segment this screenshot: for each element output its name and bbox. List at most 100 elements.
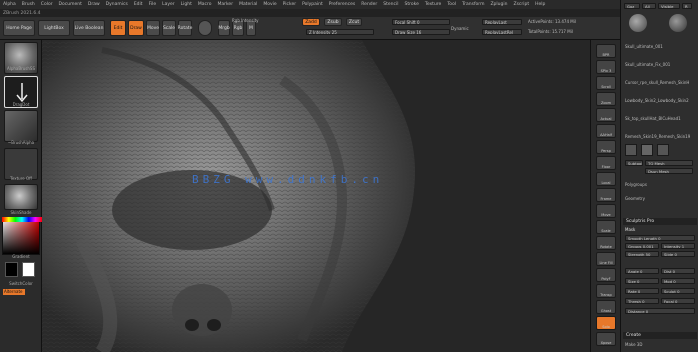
draw-button[interactable]: Draw: [128, 20, 144, 36]
strength-slider[interactable]: Strength 50: [625, 251, 659, 257]
focal-slider[interactable]: Focal 0: [661, 298, 695, 304]
view-polyf-button[interactable]: PolyF: [596, 268, 616, 282]
z-intensity-slider[interactable]: Z Intensity 25: [306, 29, 374, 35]
menu-item-movie[interactable]: Movie: [263, 2, 276, 7]
menu-item-marker[interactable]: Marker: [218, 2, 234, 7]
size-slider[interactable]: Size 0: [625, 278, 659, 284]
view-actual-button[interactable]: Actual: [596, 108, 616, 122]
menu-item-zplugin[interactable]: Zplugin: [490, 2, 507, 7]
switch-color-button[interactable]: SwitchColor: [2, 281, 40, 286]
home-page-button[interactable]: Home Page: [3, 20, 35, 36]
zcut-button[interactable]: Zcut: [346, 18, 362, 26]
sculptris-pro-header[interactable]: Sculptris Pro: [623, 218, 697, 225]
tool-slot-icon[interactable]: [641, 144, 653, 156]
menu-item-zscript[interactable]: Zscript: [513, 2, 529, 7]
view-xpose-button[interactable]: Xpose: [596, 332, 616, 346]
polygroups-label[interactable]: Polygroups: [625, 182, 647, 187]
menu-item-draw[interactable]: Draw: [88, 2, 100, 7]
menu-item-material[interactable]: Material: [239, 2, 257, 7]
angle-slider[interactable]: Angle 0: [625, 268, 659, 274]
draw-size-slider[interactable]: Draw Size 16: [392, 29, 450, 35]
rotate-button[interactable]: Rotate: [178, 20, 192, 36]
view-scale-button[interactable]: Scale: [596, 220, 616, 234]
menu-item-document[interactable]: Document: [59, 2, 82, 7]
view-frame-button[interactable]: Frame: [596, 188, 616, 202]
view-bpr-button[interactable]: BPR: [596, 44, 616, 58]
menu-item-texture[interactable]: Texture: [425, 2, 441, 7]
skull-fix-thumbnail-icon[interactable]: [669, 14, 687, 32]
tool-item[interactable]: Cursor_rpe_skull_Remesh_SkinH: [625, 80, 689, 85]
view-persp-button[interactable]: Persp: [596, 140, 616, 154]
menu-item-tool[interactable]: Tool: [447, 2, 456, 7]
visible-button[interactable]: Visible: [658, 3, 680, 9]
sculpt-slider[interactable]: Sculpt 0: [661, 288, 695, 294]
menu-item-brush[interactable]: Brush: [22, 2, 35, 7]
tool-slot-icon[interactable]: [625, 144, 637, 156]
view-transp-button[interactable]: Transp: [596, 284, 616, 298]
view-rotate-button[interactable]: Rotate: [596, 236, 616, 250]
menu-item-alpha[interactable]: Alpha: [3, 2, 16, 7]
view-floor-button[interactable]: Floor: [596, 156, 616, 170]
menu-item-preferences[interactable]: Preferences: [329, 2, 355, 7]
subtool-button[interactable]: Subtool: [625, 160, 643, 166]
menu-item-stroke[interactable]: Stroke: [405, 2, 419, 7]
menu-item-dynamics[interactable]: Dynamics: [106, 2, 128, 7]
rate-slider[interactable]: Rate 0: [625, 288, 659, 294]
view-ghost-button[interactable]: Ghost: [596, 300, 616, 314]
menu-item-edit[interactable]: Edit: [134, 2, 143, 7]
tool-item[interactable]: Sk_top_skullHat_BlCuHead1: [625, 116, 681, 121]
dsun-mesh-button[interactable]: Dsun Mesh: [645, 168, 693, 174]
intensity-slider[interactable]: Intensity 1: [661, 243, 695, 249]
scale-button[interactable]: Scale: [162, 20, 176, 36]
tool-item[interactable]: Lowbody_Skin2_Lowbody_Skin2: [625, 98, 689, 103]
all-button[interactable]: All: [642, 3, 656, 9]
material-sphere-icon[interactable]: [198, 20, 212, 36]
focal-shift-slider[interactable]: Focal Shift 0: [392, 19, 450, 25]
groups-slider[interactable]: Groups 0.001: [625, 243, 659, 249]
smooth-length-slider[interactable]: Smooth Length 0: [625, 235, 695, 241]
edit-button[interactable]: Edit: [110, 20, 126, 36]
view-local-button[interactable]: Local: [596, 172, 616, 186]
skull-thumbnail-icon[interactable]: [629, 14, 647, 32]
menu-item-light[interactable]: Light: [181, 2, 192, 7]
view-spix-3-button[interactable]: SPix 3: [596, 60, 616, 74]
tool-slot-icon[interactable]: [657, 144, 669, 156]
menu-item-file[interactable]: File: [149, 2, 157, 7]
replay-last-button[interactable]: ReplayLast: [482, 19, 522, 25]
thresh-slider[interactable]: Thresh 0: [625, 298, 659, 304]
tool-item[interactable]: Remesh_Skin19_Remesh_Skin19: [625, 134, 690, 139]
view-zoom-button[interactable]: Zoom: [596, 92, 616, 106]
view-line-fill-button[interactable]: Line Fill: [596, 252, 616, 266]
mod-slider[interactable]: Mod 0: [661, 278, 695, 284]
goz-button[interactable]: Goz: [624, 3, 640, 9]
menu-item-color[interactable]: Color: [41, 2, 53, 7]
menu-item-picker[interactable]: Picker: [283, 2, 296, 7]
material-thumbnail-icon[interactable]: [4, 184, 38, 210]
dynamic-label[interactable]: Dynamic: [451, 26, 469, 31]
tool-item[interactable]: Skull_ultimate_001: [625, 44, 663, 49]
zsub-button[interactable]: Zsub: [324, 18, 342, 26]
alternate-button[interactable]: Alternate: [3, 289, 25, 295]
tool-mesh-button[interactable]: TQ Mesh: [645, 160, 693, 166]
make-3d-button[interactable]: Make 3D: [625, 342, 642, 347]
menu-item-help[interactable]: Help: [535, 2, 545, 7]
menu-item-layer[interactable]: Layer: [162, 2, 175, 7]
replay-last-rel-button[interactable]: ReplayLastRel: [482, 29, 522, 35]
view-aahalf-button[interactable]: AAHalf: [596, 124, 616, 138]
menu-item-transform[interactable]: Transform: [462, 2, 484, 7]
create-header[interactable]: Create: [623, 332, 697, 339]
document-canvas[interactable]: BBZG www.ddnkfb.cn: [42, 40, 590, 352]
move-button[interactable]: Move: [146, 20, 160, 36]
dist-slider[interactable]: Dist 0: [661, 268, 695, 274]
menu-item-macro[interactable]: Macro: [198, 2, 212, 7]
tool-item[interactable]: Skull_ultimate_Fix_001: [625, 62, 670, 67]
geometry-label[interactable]: Geometry: [625, 196, 645, 201]
menu-item-stencil[interactable]: Stencil: [383, 2, 398, 7]
color-picker[interactable]: [2, 217, 42, 255]
menu-item-render[interactable]: Render: [361, 2, 377, 7]
view-move-button[interactable]: Move: [596, 204, 616, 218]
mrgb-button[interactable]: Mrgb: [218, 20, 230, 36]
secondary-color-swatch[interactable]: [22, 262, 35, 277]
view-solo-button[interactable]: Solo: [596, 316, 616, 330]
zadd-button[interactable]: Zadd: [302, 18, 320, 26]
